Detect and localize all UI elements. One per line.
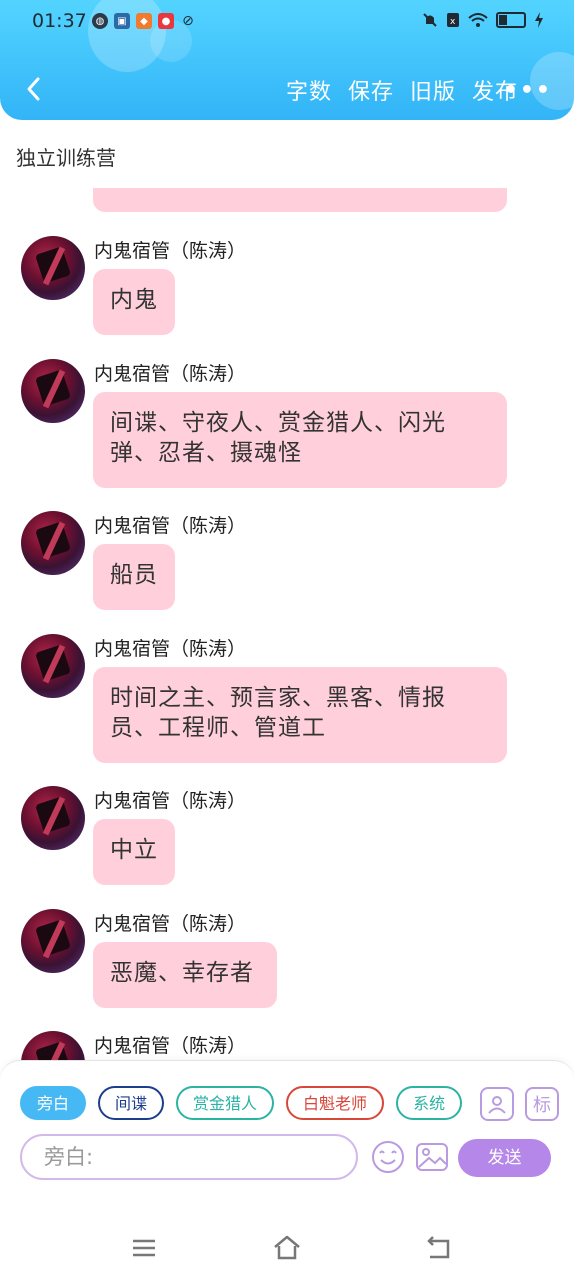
- message-bubble[interactable]: 船员: [93, 544, 175, 610]
- message-bubble[interactable]: 时间之主、预言家、黑客、情报员、工程师、管道工: [93, 667, 507, 763]
- status-time: 01:37: [32, 10, 87, 32]
- status-bar: 01:37 ◍ ▣ ◆ ● ⊘ x: [0, 0, 574, 44]
- role-chip-list[interactable]: 旁白 间谍 赏金猎人 白魁老师 系统: [20, 1086, 464, 1124]
- message-bubble[interactable]: 恶魔、幸存者: [93, 942, 277, 1008]
- avatar[interactable]: [21, 511, 85, 575]
- nav-actions: 字数 保存 旧版 发布: [286, 74, 518, 106]
- room-title: 独立训练营: [16, 146, 116, 170]
- avatar[interactable]: [21, 1031, 85, 1060]
- system-nav-bar: [0, 1215, 574, 1280]
- menu-icon[interactable]: [129, 1233, 159, 1263]
- sender-name: 内鬼宿管（陈涛）: [94, 363, 247, 385]
- message-list[interactable]: 内鬼宿管（陈涛） 内鬼 内鬼宿管（陈涛） 间谍、守夜人、赏金猎人、闪光弹、忍者、…: [0, 188, 574, 1060]
- avatar[interactable]: [21, 634, 85, 698]
- avatar[interactable]: [21, 786, 85, 850]
- home-icon[interactable]: [272, 1233, 302, 1263]
- app-notification-icon: ●: [158, 13, 174, 29]
- message-bubble[interactable]: 内鬼: [93, 269, 175, 335]
- sender-name: 内鬼宿管（陈涛）: [94, 638, 247, 660]
- app-header: 01:37 ◍ ▣ ◆ ● ⊘ x 字数 保存 旧版 发布 •••: [0, 0, 574, 120]
- role-chip-system[interactable]: 系统: [396, 1086, 463, 1120]
- role-chip-bounty-hunter[interactable]: 赏金猎人: [176, 1086, 275, 1120]
- mute-icon: [423, 13, 437, 27]
- message-bubble-partial: [93, 188, 507, 212]
- message-bubble[interactable]: 中立: [93, 819, 175, 885]
- sim-icon: x: [447, 13, 459, 27]
- sender-name: 内鬼宿管（陈涛）: [94, 515, 247, 537]
- sender-name: 内鬼宿管（陈涛）: [94, 240, 247, 262]
- save-button[interactable]: 保存: [348, 74, 394, 106]
- user-icon[interactable]: [480, 1087, 514, 1121]
- role-chip-teacher[interactable]: 白魁老师: [286, 1086, 385, 1120]
- battery-icon: [496, 12, 526, 28]
- app-notification-icon: ◆: [136, 13, 152, 29]
- sender-name: 内鬼宿管（陈涛）: [94, 913, 247, 935]
- sender-name: 内鬼宿管（陈涛）: [94, 790, 247, 812]
- sender-name: 内鬼宿管（陈涛）: [94, 1035, 247, 1057]
- narration-input[interactable]: 旁白:: [20, 1134, 358, 1180]
- svg-text:x: x: [450, 17, 456, 27]
- role-chip-narration[interactable]: 旁白: [20, 1086, 87, 1120]
- app-notification-icon: ▣: [114, 13, 130, 29]
- role-chip-spy[interactable]: 间谍: [98, 1086, 165, 1120]
- link-icon: ⊘: [182, 13, 194, 29]
- avatar[interactable]: [21, 359, 85, 423]
- image-icon[interactable]: [414, 1139, 450, 1175]
- more-icon[interactable]: •••: [504, 78, 552, 103]
- system-status-icons: x: [422, 12, 544, 28]
- emoji-icon[interactable]: [370, 1139, 406, 1175]
- nav-bar: 字数 保存 旧版 发布 •••: [0, 62, 574, 118]
- charging-icon: [535, 12, 543, 28]
- globe-icon: ◍: [92, 13, 108, 29]
- old-version-button[interactable]: 旧版: [410, 74, 456, 106]
- tag-icon[interactable]: 标: [525, 1087, 559, 1121]
- avatar[interactable]: [21, 236, 85, 300]
- back-icon[interactable]: [424, 1233, 454, 1263]
- composer-panel: 旁白 间谍 赏金猎人 白魁老师 系统 标 旁白: 发送: [0, 1060, 574, 1216]
- message-bubble[interactable]: 间谍、守夜人、赏金猎人、闪光弹、忍者、摄魂怪: [93, 392, 507, 488]
- back-arrow-icon[interactable]: [20, 74, 50, 104]
- avatar[interactable]: [21, 909, 85, 973]
- send-button[interactable]: 发送: [458, 1139, 551, 1177]
- word-count-button[interactable]: 字数: [286, 74, 332, 106]
- notification-icons: ◍ ▣ ◆ ● ⊘: [92, 13, 196, 29]
- wifi-icon: [468, 13, 488, 27]
